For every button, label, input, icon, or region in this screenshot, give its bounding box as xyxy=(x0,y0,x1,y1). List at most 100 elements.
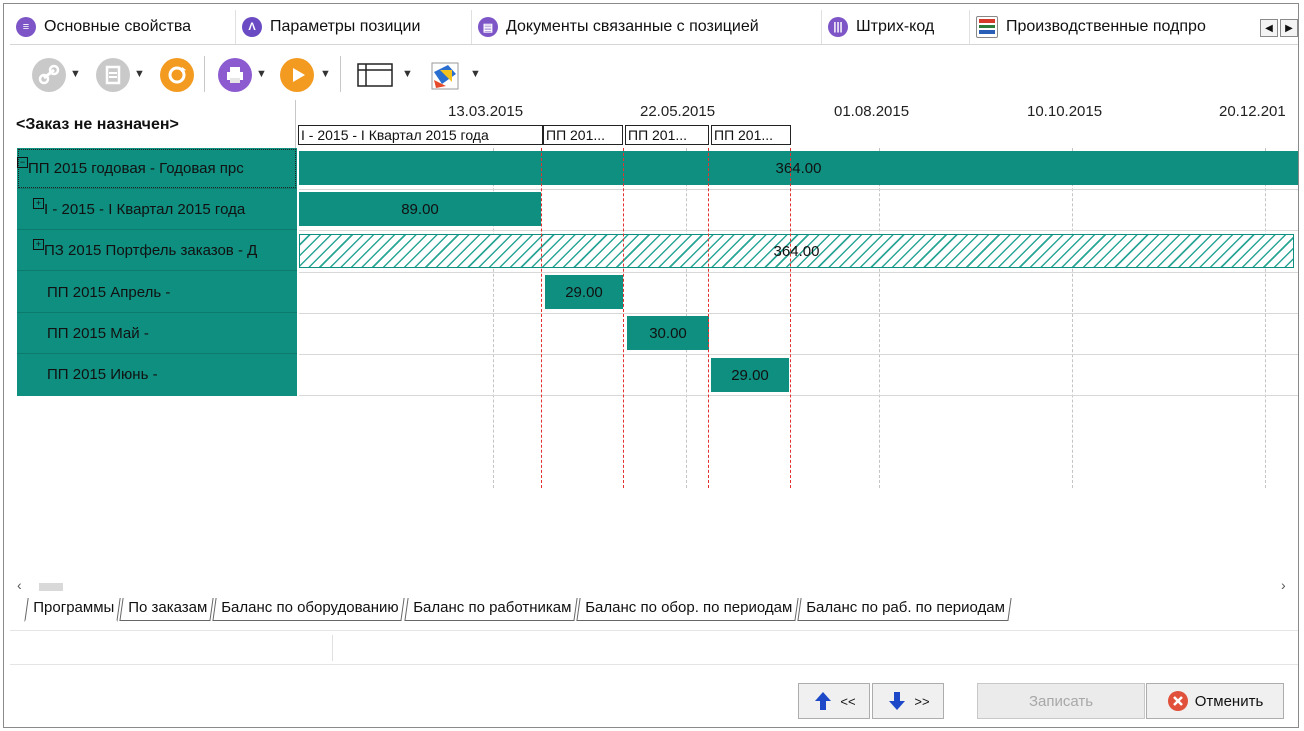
bar-value: 30.00 xyxy=(649,324,687,342)
table-layout-icon[interactable] xyxy=(356,58,396,92)
tab-equipment-period-balance[interactable]: Баланс по обор. по периодам xyxy=(576,598,799,621)
bar-value: 29.00 xyxy=(565,283,603,301)
refresh-icon[interactable] xyxy=(160,58,194,92)
tree-row-label: ПП 2015 Май - xyxy=(47,324,149,342)
tab-barcode[interactable]: ||| Штрих-код xyxy=(822,10,970,44)
save-label: Записать xyxy=(1028,692,1094,710)
tab-label: Документы связанные с позицией xyxy=(506,18,759,35)
bottom-tab-bar: Программы По заказам Баланс по оборудова… xyxy=(24,598,1012,622)
color-style-icon[interactable] xyxy=(426,58,466,92)
color-style-dropdown-icon[interactable]: ▼ xyxy=(470,68,481,80)
tab-equipment-balance[interactable]: Баланс по оборудованию xyxy=(212,598,406,621)
row-divider xyxy=(299,189,1298,190)
grid-line xyxy=(879,148,880,488)
period-box: I - 2015 - I Квартал 2015 года xyxy=(298,125,543,145)
tab-basic-properties[interactable]: ≡ Основные свойства xyxy=(10,10,236,44)
gantt-bar[interactable]: 89.00 xyxy=(299,192,541,226)
tab-workers-balance[interactable]: Баланс по работникам xyxy=(403,598,578,621)
tab-scroll-arrows: ◀ ▶ xyxy=(1260,19,1300,37)
tab-label: Баланс по оборудованию xyxy=(221,599,399,616)
tree-row[interactable]: ПП 2015 Май - xyxy=(17,313,297,354)
toolbar-separator xyxy=(340,56,341,92)
production-icon xyxy=(976,16,998,38)
period-boundary-line xyxy=(708,148,709,488)
tree-row[interactable]: ПП 2015 Апрель - xyxy=(17,272,297,313)
gantt-bar[interactable]: 29.00 xyxy=(711,358,789,392)
row-divider xyxy=(299,272,1298,273)
status-divider xyxy=(332,635,333,661)
tree-row-label: I - 2015 - I Квартал 2015 года xyxy=(44,200,246,218)
barcode-icon: ||| xyxy=(828,17,848,37)
link-icon[interactable] xyxy=(32,58,66,92)
tab-label: По заказам xyxy=(128,599,208,616)
tree-row[interactable]: + I - 2015 - I Квартал 2015 года xyxy=(17,189,297,230)
gantt-bar-hatched[interactable]: 364.00 xyxy=(299,234,1294,268)
tree-row[interactable]: − ПП 2015 годовая - Годовая прс xyxy=(17,148,297,189)
arrow-up-icon xyxy=(815,692,832,710)
arrow-down-icon xyxy=(889,692,906,710)
period-boundary-line xyxy=(541,148,542,488)
tab-by-orders[interactable]: По заказам xyxy=(119,598,214,621)
tab-label: Баланс по раб. по периодам xyxy=(806,599,1005,616)
tree-row-label: ПП 2015 Июнь - xyxy=(47,366,158,383)
tab-related-documents[interactable]: ▤ Документы связанные с позицией xyxy=(472,10,822,44)
cancel-button[interactable]: Отменить xyxy=(1146,683,1284,719)
tab-label: Параметры позиции xyxy=(270,18,421,35)
timeline-date: 13.03.2015 xyxy=(448,103,524,120)
gantt-chart-area: 364.00 89.00 364.00 29.00 30.00 29.00 xyxy=(299,148,1298,488)
gantt-chart: <Заказ не назначен> 13.03.2015 22.05.201… xyxy=(12,97,1298,593)
document-icon[interactable] xyxy=(96,58,130,92)
expand-icon[interactable]: + xyxy=(33,197,44,209)
tree-row[interactable]: + ПЗ 2015 Портфель заказов - Д xyxy=(17,230,297,271)
tab-workers-period-balance[interactable]: Баланс по раб. по периодам xyxy=(797,598,1012,621)
bar-value: 29.00 xyxy=(731,366,769,384)
period-box: ПП 201... xyxy=(543,125,623,145)
tab-label: Производственные подпро xyxy=(1006,18,1206,35)
tree-panel: − ПП 2015 годовая - Годовая прс + I - 20… xyxy=(17,148,297,396)
tab-scroll-left-button[interactable]: ◀ xyxy=(1260,19,1278,37)
scroll-left-icon[interactable]: ‹ xyxy=(17,577,22,593)
horizontal-scrollbar[interactable]: ‹ › xyxy=(17,577,1297,597)
tree-row-label: ПЗ 2015 Портфель заказов - Д xyxy=(44,241,258,259)
bar-value: 89.00 xyxy=(401,200,439,218)
timeline-date: 20.12.201 xyxy=(1219,103,1286,120)
tab-position-params[interactable]: Λ Параметры позиции xyxy=(236,10,472,44)
cancel-icon xyxy=(1167,691,1188,711)
row-divider xyxy=(299,354,1298,355)
order-header: <Заказ не назначен> xyxy=(12,100,296,150)
documents-icon: ▤ xyxy=(478,17,498,37)
tab-programs[interactable]: Программы xyxy=(24,598,121,622)
print-icon[interactable] xyxy=(218,58,252,92)
period-box: ПП 201... xyxy=(625,125,709,145)
bar-value: 364.00 xyxy=(775,159,822,177)
tree-row[interactable]: ПП 2015 Июнь - xyxy=(17,354,297,395)
link-dropdown-icon[interactable]: ▼ xyxy=(70,68,81,80)
gantt-bar[interactable]: 364.00 xyxy=(299,151,1298,185)
gantt-bar[interactable]: 30.00 xyxy=(627,316,709,350)
properties-icon: ≡ xyxy=(16,17,36,37)
prev-button[interactable]: << xyxy=(798,683,870,719)
play-icon[interactable] xyxy=(280,58,314,92)
bar-value: 364.00 xyxy=(773,242,820,260)
next-button[interactable]: >> xyxy=(872,683,944,719)
timeline-date: 22.05.2015 xyxy=(640,103,716,120)
tab-label: Программы xyxy=(33,599,115,616)
save-button[interactable]: Записать xyxy=(977,683,1145,719)
scroll-thumb[interactable] xyxy=(39,583,63,591)
status-bar xyxy=(10,630,1298,665)
position-params-icon: Λ xyxy=(242,17,262,37)
expand-icon[interactable]: + xyxy=(33,238,44,250)
top-tab-bar: ≡ Основные свойства Λ Параметры позиции … xyxy=(10,10,1298,45)
scroll-right-icon[interactable]: › xyxy=(1281,577,1286,593)
timeline-date: 01.08.2015 xyxy=(834,103,910,120)
prev-label: << xyxy=(840,693,856,709)
gantt-bar[interactable]: 29.00 xyxy=(545,275,623,309)
print-dropdown-icon[interactable]: ▼ xyxy=(256,68,267,80)
cancel-label: Отменить xyxy=(1194,692,1264,710)
play-dropdown-icon[interactable]: ▼ xyxy=(320,68,331,80)
collapse-icon[interactable]: − xyxy=(17,156,28,168)
tab-scroll-right-button[interactable]: ▶ xyxy=(1280,19,1298,37)
table-layout-dropdown-icon[interactable]: ▼ xyxy=(402,68,413,80)
tab-production-subprograms[interactable]: Производственные подпро xyxy=(970,10,1252,44)
document-dropdown-icon[interactable]: ▼ xyxy=(134,68,145,80)
